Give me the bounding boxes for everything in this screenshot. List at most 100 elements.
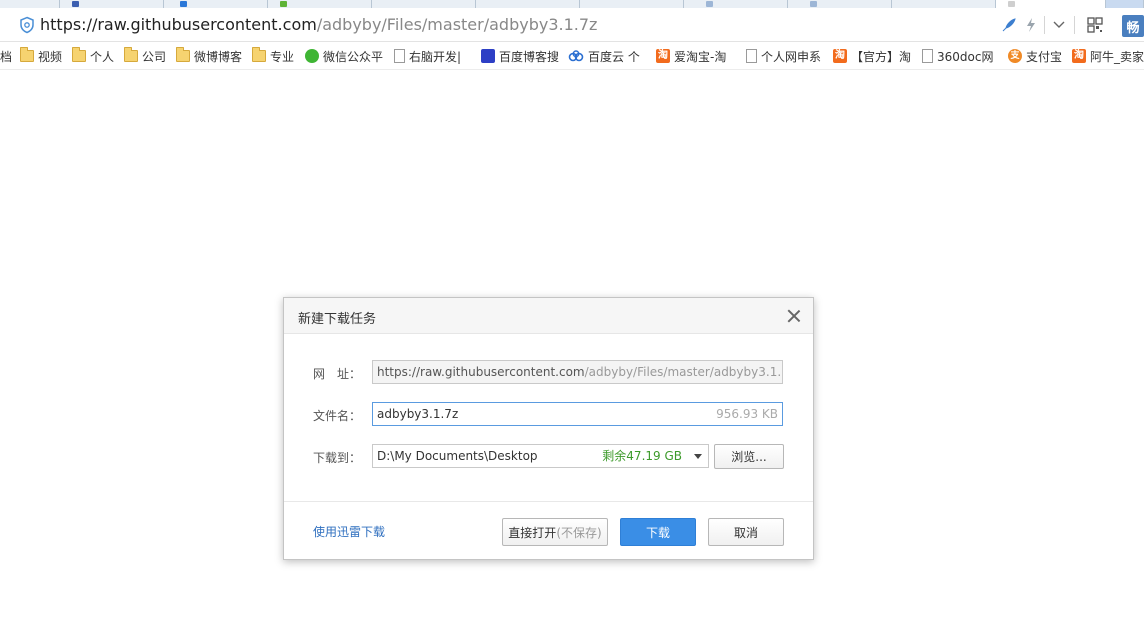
tab[interactable] bbox=[372, 0, 476, 8]
bookmark-folder-weibo[interactable]: 微博博客 bbox=[176, 47, 243, 64]
save-path-select[interactable]: D:\My Documents\Desktop 剩余47.19 GB bbox=[372, 444, 709, 468]
taobao-icon: 淘 bbox=[833, 49, 847, 63]
lightning-icon[interactable] bbox=[1022, 16, 1040, 34]
dialog-header: 新建下载任务 bbox=[284, 298, 813, 334]
free-space: 剩余47.19 GB bbox=[602, 449, 682, 463]
tab-favicon-icon bbox=[280, 1, 287, 7]
bookmark-label: 阿牛_卖家 bbox=[1090, 49, 1144, 64]
bookmark-item[interactable]: 档 bbox=[0, 48, 12, 64]
bookmark-label: 【官方】淘 bbox=[851, 49, 912, 64]
open-directly-button[interactable]: 直接打开 (不保存) bbox=[502, 518, 608, 546]
new-download-dialog: 新建下载任务 网 址： https://raw.githubuserconten… bbox=[283, 297, 814, 560]
bookmark-label: 个人网申系 bbox=[761, 49, 822, 64]
bookmark-folder-video[interactable]: 视频 bbox=[20, 47, 63, 64]
folder-icon bbox=[124, 47, 138, 62]
download-url-field[interactable]: https://raw.githubusercontent.com/adbyby… bbox=[372, 360, 783, 384]
browse-button[interactable]: 浏览... bbox=[714, 444, 784, 469]
tab-favicon-icon bbox=[180, 1, 187, 7]
new-tab-button[interactable] bbox=[1106, 0, 1144, 8]
url-label: 网 址： bbox=[313, 367, 362, 381]
bookmark-folder-professional[interactable]: 专业 bbox=[252, 47, 295, 64]
tab-favicon-icon bbox=[706, 1, 713, 7]
tab-favicon-icon bbox=[1008, 1, 1015, 7]
download-button[interactable]: 下载 bbox=[620, 518, 696, 546]
bookmark-label: 支付宝 bbox=[1026, 49, 1063, 64]
page-icon bbox=[394, 49, 405, 63]
bookmark-label: 百度博客搜 bbox=[499, 49, 560, 64]
tab[interactable] bbox=[60, 0, 164, 8]
address-bar: https://raw.githubusercontent.com/adbyby… bbox=[0, 8, 1144, 42]
file-size: 956.93 KB bbox=[716, 407, 778, 421]
tab[interactable] bbox=[788, 0, 892, 8]
bookmarks-bar: 档 视频 个人 公司 微博博客 专业 微信公众平 右脑开发| 百度博客搜 百度云… bbox=[0, 42, 1144, 70]
toolbar-divider bbox=[1044, 16, 1045, 34]
bookmark-360doc[interactable]: 360doc网 bbox=[922, 48, 993, 64]
bookmark-label: 360doc网 bbox=[937, 49, 994, 64]
filename-value: adbyby3.1.7z bbox=[377, 407, 459, 421]
dialog-title: 新建下载任务 bbox=[298, 312, 377, 327]
baidu-paw-icon bbox=[481, 49, 495, 63]
alipay-icon: 支 bbox=[1008, 49, 1022, 63]
bookmark-label: 档 bbox=[0, 49, 13, 64]
bookmark-label: 右脑开发| bbox=[409, 49, 462, 64]
tab[interactable] bbox=[580, 0, 684, 8]
folder-icon bbox=[252, 47, 266, 62]
url-input[interactable]: https://raw.githubusercontent.com/adbyby… bbox=[40, 15, 597, 35]
dialog-divider bbox=[284, 501, 813, 502]
chevron-down-icon[interactable] bbox=[694, 454, 702, 459]
url-host: https://raw.githubusercontent.com bbox=[40, 15, 317, 34]
bookmark-baidu-cloud[interactable]: 百度云 个 bbox=[568, 48, 640, 64]
bookmark-label: 专业 bbox=[270, 49, 295, 64]
tab[interactable] bbox=[476, 0, 580, 8]
tab[interactable] bbox=[684, 0, 788, 8]
folder-icon bbox=[176, 47, 190, 62]
close-icon[interactable] bbox=[785, 307, 803, 325]
save-to-label: 下载到： bbox=[313, 451, 362, 465]
download-url-host: https://raw.githubusercontent.com bbox=[377, 365, 585, 379]
user-avatar[interactable]: 畅 bbox=[1122, 15, 1144, 37]
tab-favicon-icon bbox=[72, 1, 79, 7]
open-directly-note: (不保存) bbox=[556, 525, 602, 540]
bookmark-label: 爱淘宝-淘 bbox=[674, 49, 727, 64]
tab[interactable] bbox=[892, 0, 996, 8]
apps-grid-icon[interactable] bbox=[1086, 16, 1104, 34]
bookmark-label: 公司 bbox=[142, 49, 167, 64]
tab[interactable] bbox=[0, 0, 60, 8]
page-icon bbox=[922, 49, 933, 63]
url-path: /adbyby/Files/master/adbyby3.1.7z bbox=[316, 15, 598, 34]
bookmark-right-brain[interactable]: 右脑开发| bbox=[394, 48, 461, 64]
tab-favicon-icon bbox=[810, 1, 817, 7]
bookmark-aniu-seller[interactable]: 淘阿牛_卖家 bbox=[1072, 48, 1144, 64]
tab-active[interactable] bbox=[996, 0, 1106, 8]
cancel-button[interactable]: 取消 bbox=[708, 518, 784, 546]
bookmark-personal-apply[interactable]: 个人网申系 bbox=[746, 48, 821, 64]
taobao-icon: 淘 bbox=[1072, 49, 1086, 63]
bookmark-label: 视频 bbox=[38, 49, 63, 64]
rocket-icon[interactable] bbox=[1000, 16, 1018, 34]
folder-icon bbox=[72, 47, 86, 62]
bookmark-aitaobao[interactable]: 淘爱淘宝-淘 bbox=[656, 48, 726, 64]
security-shield-icon[interactable] bbox=[18, 16, 36, 34]
bookmark-label: 微博博客 bbox=[194, 49, 243, 64]
tab[interactable] bbox=[164, 0, 268, 8]
bookmark-wechat[interactable]: 微信公众平 bbox=[305, 48, 383, 64]
wechat-icon bbox=[305, 49, 319, 63]
cloud-icon bbox=[568, 50, 584, 62]
bookmark-alipay[interactable]: 支支付宝 bbox=[1008, 48, 1062, 64]
download-url-path: /adbyby/Files/master/adbyby3.1.7z bbox=[584, 365, 783, 379]
bookmark-folder-personal[interactable]: 个人 bbox=[72, 47, 115, 64]
tab[interactable] bbox=[268, 0, 372, 8]
bookmark-label: 个人 bbox=[90, 49, 115, 64]
chevron-down-icon[interactable] bbox=[1050, 16, 1068, 34]
save-path-value: D:\My Documents\Desktop bbox=[377, 449, 538, 463]
bookmark-label: 微信公众平 bbox=[323, 49, 384, 64]
bookmark-official-taobao[interactable]: 淘【官方】淘 bbox=[833, 48, 911, 64]
filename-input[interactable]: adbyby3.1.7z 956.93 KB bbox=[372, 402, 783, 426]
filename-label: 文件名： bbox=[313, 409, 362, 423]
bookmark-baidu-blog[interactable]: 百度博客搜 bbox=[481, 48, 559, 64]
bookmark-folder-company[interactable]: 公司 bbox=[124, 47, 167, 64]
address-bar-tools: 畅 bbox=[1000, 8, 1144, 42]
use-thunder-link[interactable]: 使用迅雷下载 bbox=[313, 523, 385, 540]
tab-strip bbox=[0, 0, 1144, 8]
folder-icon bbox=[20, 47, 34, 62]
